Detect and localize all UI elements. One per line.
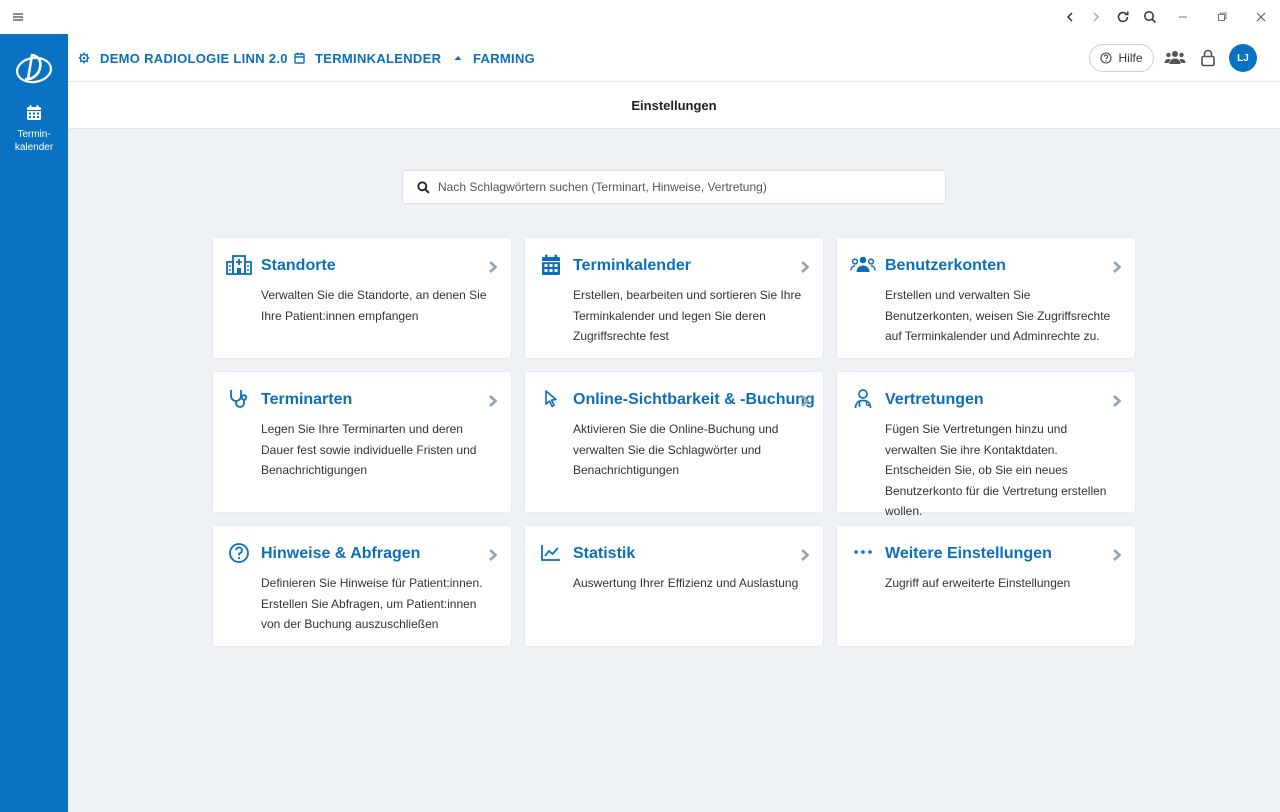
breadcrumb-organization[interactable]: DEMO RADIOLOGIE LINN 2.0 <box>78 34 288 82</box>
close-icon[interactable] <box>1252 8 1270 26</box>
doctor-icon <box>850 387 876 411</box>
chevron-right-icon <box>1113 261 1122 273</box>
calendar-icon <box>294 52 305 64</box>
card-description: Fügen Sie Vertretungen hinzu und verwalt… <box>885 422 1107 518</box>
hamburger-menu-icon[interactable] <box>10 9 26 25</box>
card-description: Aktivieren Sie die Online-Buchung und ve… <box>573 422 779 477</box>
card-description: Erstellen und verwalten Sie Benutzerkont… <box>885 288 1111 343</box>
zoom-search-icon[interactable] <box>1141 8 1159 26</box>
back-icon[interactable] <box>1061 8 1079 26</box>
chevron-right-icon <box>489 549 498 561</box>
card-title: Weitere Einstellungen <box>885 545 1052 562</box>
chevron-right-icon <box>801 549 810 561</box>
chevron-right-icon <box>489 395 498 407</box>
lock-icon[interactable] <box>1197 48 1219 68</box>
more-dots-icon <box>850 541 876 565</box>
breadcrumb-label: FARMING <box>473 50 536 66</box>
chevron-right-icon <box>801 395 810 407</box>
sidebar: Termin-kalender <box>0 34 68 812</box>
cursor-icon <box>538 387 564 411</box>
sidebar-item-terminkalender[interactable]: Termin-kalender <box>0 104 68 164</box>
chevron-right-icon <box>489 261 498 273</box>
breadcrumb-farming[interactable]: FARMING <box>453 34 535 82</box>
question-icon <box>226 541 252 565</box>
card-title: Standorte <box>261 257 336 274</box>
search-input[interactable] <box>438 180 918 194</box>
calendar-icon <box>538 253 564 277</box>
settings-card-statistik[interactable]: Statistik Auswertung Ihrer Effizienz und… <box>525 526 823 646</box>
help-circle-icon <box>1100 52 1113 64</box>
settings-card-hinweise[interactable]: Hinweise & Abfragen Definieren Sie Hinwe… <box>213 526 511 646</box>
search-box[interactable] <box>402 170 946 204</box>
card-title: Hinweise & Abfragen <box>261 545 421 562</box>
card-description: Definieren Sie Hinweise für Patient:inne… <box>261 576 483 631</box>
reload-icon[interactable] <box>1114 8 1132 26</box>
card-description: Erstellen, bearbeiten und sortieren Sie … <box>573 288 802 343</box>
breadcrumb-label: TERMINKALENDER <box>315 50 442 66</box>
card-description: Auswertung Ihrer Effizienz und Auslastun… <box>573 576 799 590</box>
chevron-right-icon <box>1113 395 1122 407</box>
card-title: Vertretungen <box>885 391 984 408</box>
chart-line-icon <box>538 541 564 565</box>
settings-card-benutzerkonten[interactable]: Benutzerkonten Erstellen und verwalten S… <box>837 238 1135 358</box>
card-title: Online-Sichtbarkeit & -Buchung <box>573 391 815 408</box>
search-icon <box>417 180 430 194</box>
settings-card-online-buchung[interactable]: Online-Sichtbarkeit & -Buchung Aktiviere… <box>525 372 823 512</box>
triangle-icon <box>454 56 462 60</box>
page-title-bar: Einstellungen <box>68 82 1280 129</box>
settings-card-terminkalender[interactable]: Terminkalender Erstellen, bearbeiten und… <box>525 238 823 358</box>
card-description: Legen Sie Ihre Terminarten und deren Dau… <box>261 422 477 477</box>
card-title: Terminkalender <box>573 257 691 274</box>
window-titlebar <box>0 0 1280 34</box>
calendar-icon <box>27 105 41 120</box>
help-label: Hilfe <box>1118 51 1143 65</box>
app-logo-icon[interactable] <box>14 50 54 86</box>
card-description: Zugriff auf erweiterte Einstellungen <box>885 576 1071 590</box>
settings-card-terminarten[interactable]: Terminarten Legen Sie Ihre Terminarten u… <box>213 372 511 512</box>
card-title: Benutzerkonten <box>885 257 1006 274</box>
minimize-icon[interactable] <box>1174 8 1192 26</box>
card-title: Terminarten <box>261 391 353 408</box>
settings-card-vertretungen[interactable]: Vertretungen Fügen Sie Vertretungen hinz… <box>837 372 1135 518</box>
settings-card-weitere[interactable]: Weitere Einstellungen Zugriff auf erweit… <box>837 526 1135 646</box>
gear-icon <box>78 52 90 64</box>
page-title: Einstellungen <box>631 97 717 113</box>
stethoscope-icon <box>226 387 252 411</box>
building-icon <box>226 253 252 277</box>
app-header: DEMO RADIOLOGIE LINN 2.0 TERMINKALENDER … <box>68 34 1280 82</box>
chevron-right-icon <box>801 261 810 273</box>
help-button[interactable]: Hilfe <box>1089 44 1154 72</box>
settings-card-standorte[interactable]: Standorte Verwalten Sie die Standorte, a… <box>213 238 511 358</box>
users-icon <box>850 253 876 277</box>
users-icon[interactable] <box>1164 48 1186 68</box>
card-title: Statistik <box>573 545 636 562</box>
forward-icon[interactable] <box>1087 8 1105 26</box>
chevron-right-icon <box>1113 549 1122 561</box>
breadcrumb-label: DEMO RADIOLOGIE LINN 2.0 <box>100 50 288 66</box>
breadcrumb-calendar[interactable]: TERMINKALENDER <box>294 34 441 82</box>
card-description: Verwalten Sie die Standorte, an denen Si… <box>261 288 487 323</box>
restore-icon[interactable] <box>1213 8 1231 26</box>
avatar-initials: LJ <box>1237 52 1249 64</box>
sidebar-item-label: Termin-kalender <box>14 129 54 153</box>
avatar[interactable]: LJ <box>1229 44 1257 72</box>
